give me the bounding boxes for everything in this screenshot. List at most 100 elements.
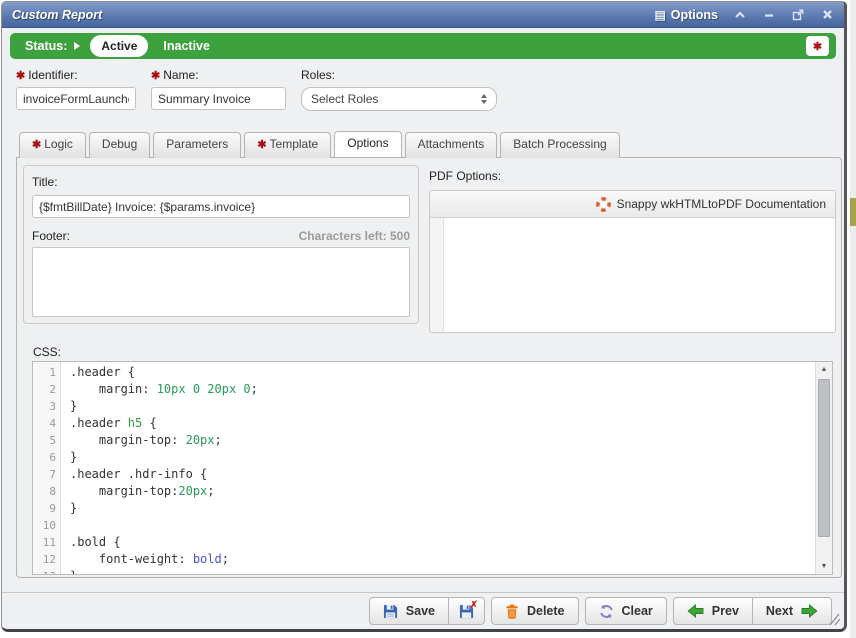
pdf-options-textarea[interactable] [444,218,835,333]
code-line: margin-top: 20px; [70,432,815,449]
line-number: 11 [33,534,56,551]
line-number: 7 [33,466,56,483]
line-number: 5 [33,432,56,449]
footer-toolbar: Save ✗ [2,592,844,629]
popout-icon[interactable] [791,8,805,22]
minimize-icon[interactable] [762,8,776,22]
footer-label-row: Footer: Characters left: 500 [32,229,410,243]
line-number: 1 [33,364,56,381]
resize-grip[interactable] [825,611,841,627]
status-required-button[interactable]: ✱ [806,36,829,56]
close-icon[interactable] [820,8,834,22]
save-button[interactable]: Save [369,597,449,625]
prev-button-label: Prev [712,604,739,618]
title-input[interactable] [32,195,410,218]
code-line: } [70,500,815,517]
tab-parameters[interactable]: Parameters [153,132,241,158]
code-line: margin: 10px 0 20px 0; [70,381,815,398]
code-line: .header { [70,364,815,381]
arrow-right-icon [801,604,818,618]
tab-batch-processing[interactable]: Batch Processing [500,132,619,158]
pdf-options-editor [430,218,835,333]
pdf-options-label: PDF Options: [429,169,501,183]
tab-options[interactable]: Options [334,131,401,157]
tab-label: Options [347,136,388,150]
trash-icon [505,604,519,619]
css-line-numbers: 12345678910111213 [33,362,61,574]
title-label: Title: [32,175,58,189]
scroll-down-icon[interactable]: ▼ [816,559,832,574]
titlebar: Custom Report ▤ Options [2,2,844,28]
tab-label: Attachments [418,137,485,151]
code-line: .header .hdr-info { [70,466,815,483]
custom-report-dialog: Custom Report ▤ Options Status: Active I… [1,1,847,632]
status-bar: Status: Active Inactive ✱ [10,33,836,59]
code-line: } [70,568,815,574]
tab-label: Debug [102,137,137,151]
css-label: CSS: [33,345,61,359]
tab-label: Template [270,137,319,151]
tab-container: ✱Logic Debug Parameters ✱ Template Options Att… [16,131,842,578]
scrollbar-thumb[interactable] [818,379,830,537]
save-icon [383,604,398,619]
status-inactive-button[interactable]: Inactive [163,39,210,53]
name-input[interactable] [151,87,286,110]
snappy-documentation-link[interactable]: Snappy wkHTMLtoPDF Documentation [617,197,826,211]
collapse-icon[interactable] [733,8,747,22]
save-button-group: Save ✗ [369,597,485,625]
code-line: } [70,449,815,466]
tab-debug[interactable]: Debug [89,132,150,158]
tab-bar: ✱Logic Debug Parameters ✱ Template Options Att… [16,131,842,157]
delete-button-label: Delete [527,604,565,618]
pdf-options-box: Snappy wkHTMLtoPDF Documentation [429,190,836,333]
roles-selected-value: Select Roles [311,92,378,106]
options-menu[interactable]: ▤ Options [654,8,718,22]
characters-left-counter: Characters left: 500 [299,229,410,243]
delete-button[interactable]: Delete [491,597,579,625]
line-number: 8 [33,483,56,500]
tab-attachments[interactable]: Attachments [405,132,498,158]
tab-label: Logic [44,137,73,151]
identifier-field-group: ✱Identifier: [16,68,136,111]
next-button[interactable]: Next [752,597,832,625]
save-button-label: Save [406,604,435,618]
clear-button[interactable]: Clear [585,597,667,625]
line-number: 10 [33,517,56,534]
identifier-label: ✱Identifier: [16,68,136,82]
options-menu-label: Options [671,8,718,22]
code-line: font-weight: bold; [70,551,815,568]
page-background-fragment [850,198,856,226]
arrow-left-icon [687,604,704,618]
identifier-input[interactable] [16,87,136,110]
line-number: 12 [33,551,56,568]
required-icon: ✱ [16,70,25,82]
tab-logic[interactable]: ✱Logic [19,132,86,158]
code-line [70,517,815,534]
pdf-editor-gutter [430,218,444,333]
required-icon: ✱ [257,139,266,151]
status-label: Status: [25,39,67,53]
line-number: 6 [33,449,56,466]
status-arrow-icon [74,42,80,50]
title-footer-group: Title: Footer: Characters left: 500 [23,165,419,324]
tab-label: Batch Processing [513,137,606,151]
save-exit-icon: ✗ [459,604,474,619]
save-exit-button[interactable]: ✗ [448,597,485,625]
roles-field-group: Roles: Select Roles [301,68,497,111]
roles-select[interactable]: Select Roles [301,87,497,111]
required-icon: ✱ [151,70,160,82]
code-line: .header h5 { [70,415,815,432]
code-line: .bold { [70,534,815,551]
status-active-button[interactable]: Active [90,35,148,57]
css-code-editor: 12345678910111213 .header { margin: 10px… [32,361,833,575]
css-code-lines[interactable]: .header { margin: 10px 0 20px 0;}.header… [61,362,815,574]
pdf-options-group: PDF Options: Snappy wkHTMLtoPDF Document… [429,167,836,333]
tab-template[interactable]: ✱ Template [244,132,331,158]
lifebuoy-icon [596,197,611,212]
footer-textarea[interactable] [32,247,410,317]
line-number: 3 [33,398,56,415]
name-field-group: ✱Name: [151,68,286,111]
scroll-up-icon[interactable]: ▲ [816,362,832,377]
prev-button[interactable]: Prev [673,597,753,625]
page-background-strip [850,0,856,638]
